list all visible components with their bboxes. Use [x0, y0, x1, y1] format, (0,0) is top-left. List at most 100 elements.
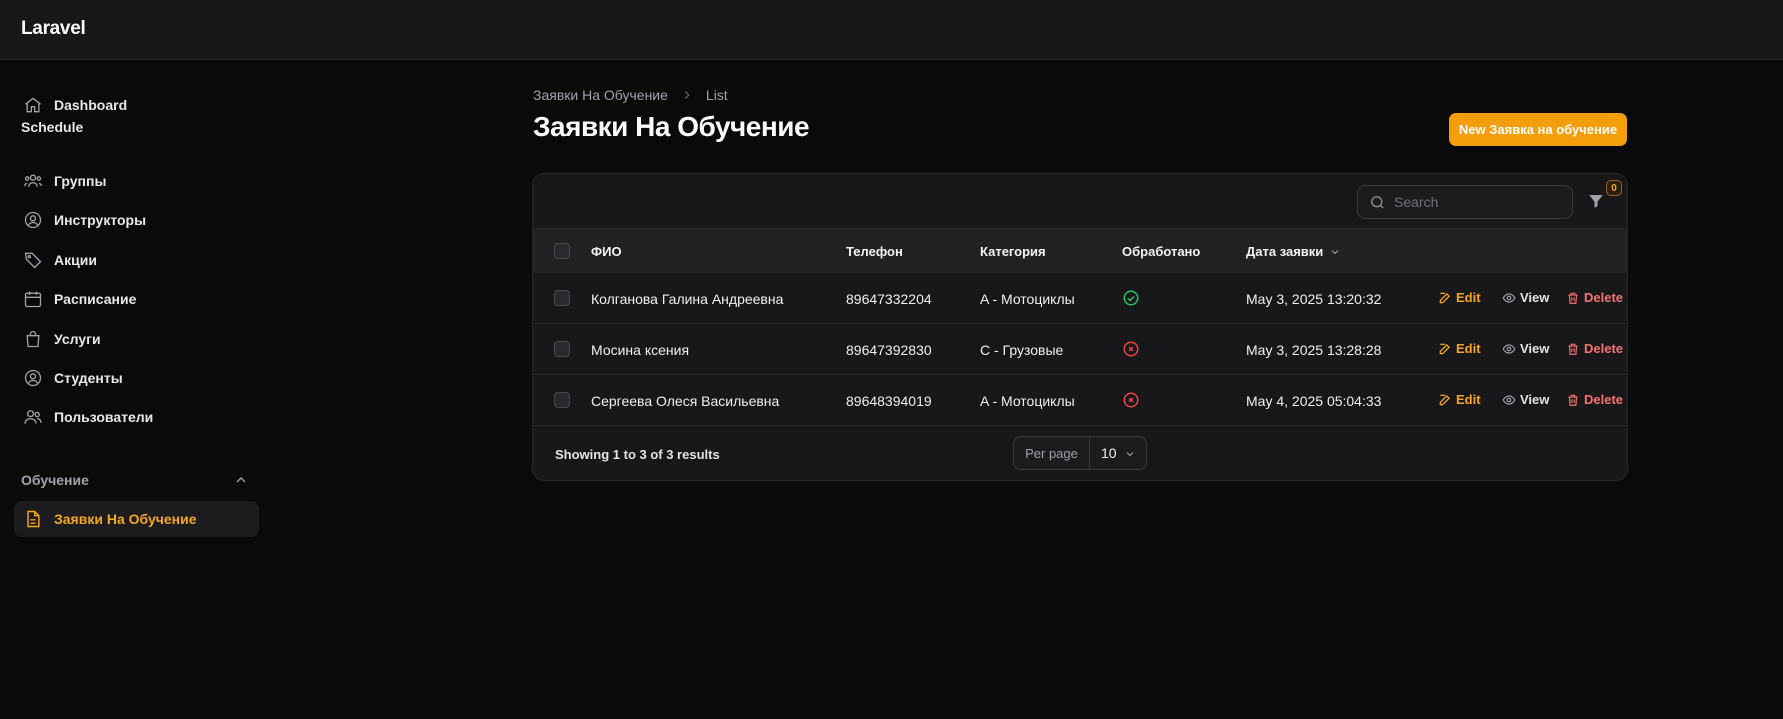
column-header-name: ФИО [591, 244, 622, 259]
edit-label: Edit [1456, 341, 1481, 356]
view-button[interactable]: View [1502, 392, 1549, 407]
cell-phone: 89647392830 [846, 342, 932, 358]
breadcrumb-current: List [705, 87, 728, 103]
per-page-value-text: 10 [1101, 445, 1117, 461]
view-label: View [1520, 392, 1550, 407]
users-group-icon [24, 174, 42, 187]
page-title: Заявки На Обучение [533, 111, 810, 142]
view-label: View [1520, 341, 1550, 356]
sidebar-item-instructors[interactable]: Инструкторы [14, 202, 259, 238]
edit-button[interactable]: Edit [1438, 341, 1481, 356]
brand-logo[interactable]: Laravel [21, 18, 86, 40]
select-all-checkbox[interactable] [554, 243, 570, 259]
sidebar-item-services[interactable]: Услуги [14, 321, 259, 357]
trash-icon [1568, 292, 1578, 304]
row-checkbox[interactable] [554, 341, 570, 357]
top-bar: Laravel [0, 0, 1783, 60]
calendar-icon [24, 291, 42, 308]
sidebar-item-label: Расписание [54, 291, 137, 307]
tag-icon [24, 252, 42, 269]
sidebar-item-label: Инструкторы [54, 212, 147, 228]
sidebar-item-label: Группы [54, 173, 107, 189]
breadcrumb-parent-link[interactable]: Заявки На Обучение [533, 87, 668, 103]
search-field[interactable] [1357, 185, 1573, 219]
sidebar-item-label: Заявки На Обучение [54, 511, 197, 527]
cell-category: A - Мотоциклы [980, 291, 1075, 307]
cell-category: A - Мотоциклы [980, 393, 1075, 409]
document-icon [27, 510, 40, 528]
x-circle-icon [1123, 341, 1139, 357]
column-header-category: Категория [980, 244, 1046, 259]
chevron-up-icon[interactable] [233, 472, 249, 488]
cell-phone: 89648394019 [846, 393, 932, 409]
users-icon [24, 410, 42, 424]
edit-button[interactable]: Edit [1438, 290, 1481, 305]
edit-icon [1439, 343, 1450, 354]
sidebar-item-dashboard[interactable]: Dashboard [14, 87, 259, 123]
cell-category: C - Грузовые [980, 342, 1064, 358]
sidebar-item-users[interactable]: Пользователи [14, 399, 259, 435]
sidebar-item-schedule[interactable]: Расписание [14, 281, 259, 317]
column-header-processed: Обработано [1122, 244, 1201, 259]
view-button[interactable]: View [1502, 290, 1549, 305]
sidebar-item-label: Акции [54, 252, 97, 268]
x-circle-icon [1123, 392, 1139, 408]
table-row[interactable]: Сергеева Олеся Васильевна 89648394019 A … [533, 375, 1627, 426]
edit-label: Edit [1456, 290, 1481, 305]
sidebar-item-students[interactable]: Студенты [14, 360, 259, 396]
view-label: View [1520, 290, 1550, 305]
trash-icon [1568, 394, 1578, 406]
edit-icon [1439, 292, 1450, 303]
eye-icon [1502, 292, 1516, 303]
table-row[interactable]: Мосина ксения 89647392830 C - Грузовые M… [533, 324, 1627, 375]
home-icon [25, 97, 41, 113]
breadcrumb: Заявки На Обучение List [533, 87, 728, 103]
row-checkbox[interactable] [554, 392, 570, 408]
delete-label: Delete [1584, 290, 1624, 305]
nav-group-education[interactable]: Обучение [21, 472, 89, 488]
sidebar-item-label: Пользователи [54, 409, 154, 425]
eye-icon [1502, 394, 1516, 405]
per-page-select[interactable]: Per page 10 [1013, 436, 1147, 470]
edit-label: Edit [1456, 392, 1481, 407]
row-checkbox[interactable] [554, 290, 570, 306]
delete-button[interactable]: Delete [1566, 392, 1623, 407]
sidebar-item-label: Студенты [54, 370, 123, 386]
filter-icon[interactable] [1587, 192, 1605, 210]
table-row[interactable]: Колганова Галина Андреевна 89647332204 A… [533, 273, 1627, 324]
delete-button[interactable]: Delete [1566, 341, 1623, 356]
table-header: ФИО Телефон Категория Обработано Дата за… [533, 229, 1627, 273]
sidebar-item-applications[interactable]: Заявки На Обучение [14, 501, 259, 537]
user-circle-icon [24, 369, 42, 387]
sidebar: Dashboard Schedule Группы Инструкторы Ак… [0, 60, 270, 719]
filter-count-badge: 0 [1606, 180, 1622, 196]
table-toolbar: 0 [533, 174, 1627, 229]
sidebar-item-promotions[interactable]: Акции [14, 242, 259, 278]
new-application-button[interactable]: New Заявка на обучение [1449, 113, 1627, 146]
sidebar-item-groups[interactable]: Группы [14, 163, 259, 199]
per-page-label: Per page [1014, 437, 1090, 469]
results-summary: Showing 1 to 3 of 3 results [555, 447, 720, 462]
edit-button[interactable]: Edit [1438, 392, 1481, 407]
trash-icon [1568, 343, 1578, 355]
delete-label: Delete [1584, 392, 1624, 407]
cell-name: Сергеева Олеся Васильевна [591, 393, 780, 409]
cell-phone: 89647332204 [846, 291, 932, 307]
per-page-value[interactable]: 10 [1090, 437, 1146, 469]
cell-date: May 3, 2025 13:20:32 [1246, 291, 1382, 307]
view-button[interactable]: View [1502, 341, 1549, 356]
chevron-right-icon [684, 91, 690, 99]
user-circle-icon [24, 211, 42, 229]
delete-button[interactable]: Delete [1566, 290, 1623, 305]
applications-table-card: 0 ФИО Телефон Категория Обработано Дата … [532, 173, 1628, 481]
cell-date: May 3, 2025 13:28:28 [1246, 342, 1382, 358]
column-header-date[interactable]: Дата заявки [1246, 244, 1341, 259]
delete-label: Delete [1584, 341, 1624, 356]
cell-name: Мосина ксения [591, 342, 690, 358]
search-input[interactable] [1394, 186, 1564, 218]
check-circle-icon [1123, 290, 1139, 306]
chevron-down-icon [1126, 452, 1134, 457]
cell-name: Колганова Галина Андреевна [591, 291, 784, 307]
table-footer: Showing 1 to 3 of 3 results Per page 10 [533, 426, 1627, 480]
shopping-bag-icon [26, 330, 40, 348]
